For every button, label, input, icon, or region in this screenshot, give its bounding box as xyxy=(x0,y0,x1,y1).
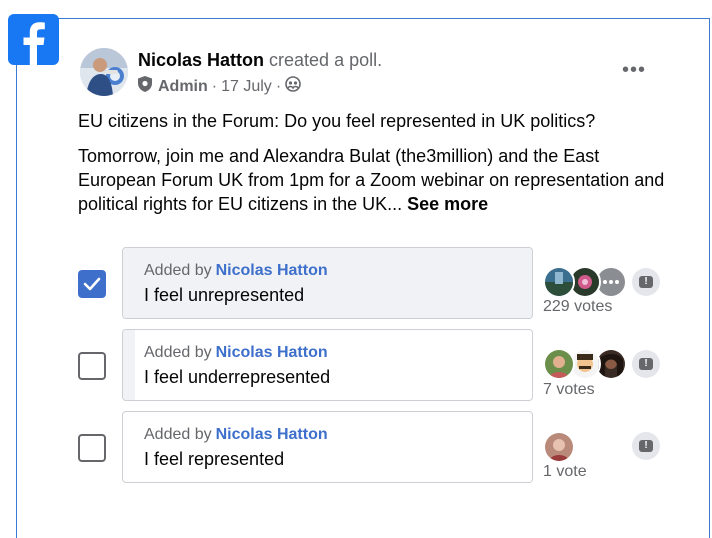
group-audience-icon xyxy=(285,76,301,97)
post-header: Nicolas Hatton created a poll. xyxy=(138,50,382,71)
poll-option-1-checkbox[interactable] xyxy=(78,270,106,298)
added-by-prefix: Added by xyxy=(144,426,212,443)
poll-option-2-added-by: Added by Nicolas Hatton xyxy=(144,344,328,362)
report-icon: ! xyxy=(639,440,653,452)
poll-option-3-label: I feel represented xyxy=(144,449,285,469)
poll-question: EU citizens in the Forum: Do you feel re… xyxy=(78,111,596,131)
poll-option-2-fill xyxy=(123,330,136,400)
poll-option-2-label: I feel underrepresented xyxy=(144,367,331,387)
post-meta: Admin · 17 July · xyxy=(138,76,301,97)
admin-badge: Admin xyxy=(158,77,208,95)
poll-option-3-votes[interactable]: 1 vote xyxy=(543,463,587,481)
author-name[interactable]: Nicolas Hatton xyxy=(138,50,264,70)
voter-avatar xyxy=(543,266,575,298)
poll-option-1-label: I feel unrepresented xyxy=(144,285,305,305)
poll-option-2[interactable]: Added by Nicolas Hatton I feel underrepre… xyxy=(122,329,533,401)
admin-shield-icon xyxy=(138,76,152,97)
post-action: created a poll. xyxy=(269,50,383,70)
poll-option-2-checkbox[interactable] xyxy=(78,352,106,380)
poll-option-3-checkbox[interactable] xyxy=(78,434,106,462)
poll-option-2-votes[interactable]: 7 votes xyxy=(543,381,595,399)
poll-option-3-report-button[interactable]: ! xyxy=(632,432,660,460)
poll-option-1-added-by: Added by Nicolas Hatton xyxy=(144,262,328,280)
added-by-name[interactable]: Nicolas Hatton xyxy=(216,344,328,361)
added-by-prefix: Added by xyxy=(144,344,212,361)
post-body-text: Tomorrow, join me and Alexandra Bulat (t… xyxy=(78,146,665,214)
poll-option-1-fill xyxy=(123,248,532,318)
checkmark-icon xyxy=(83,277,101,291)
report-icon: ! xyxy=(639,358,653,370)
poll-option-3[interactable]: Added by Nicolas Hatton I feel represente… xyxy=(122,411,533,483)
author-avatar[interactable] xyxy=(80,48,128,96)
poll-option-2-report-button[interactable]: ! xyxy=(632,350,660,378)
post-date[interactable]: 17 July xyxy=(221,78,272,96)
poll-option-3-added-by: Added by Nicolas Hatton xyxy=(144,426,328,444)
see-more-link[interactable]: See more xyxy=(407,194,488,214)
poll-option-1[interactable]: Added by Nicolas Hatton I feel unrepresen… xyxy=(122,247,533,319)
added-by-prefix: Added by xyxy=(144,262,212,279)
post-body: Tomorrow, join me and Alexandra Bulat (t… xyxy=(78,144,678,216)
voter-avatar xyxy=(543,348,575,380)
added-by-name[interactable]: Nicolas Hatton xyxy=(216,262,328,279)
poll-option-1-votes[interactable]: 229 votes xyxy=(543,298,612,316)
poll-option-1-report-button[interactable]: ! xyxy=(632,268,660,296)
meta-separator: · xyxy=(211,77,218,95)
voter-avatar xyxy=(543,431,575,463)
report-icon: ! xyxy=(639,276,653,288)
more-options-button[interactable]: ••• xyxy=(620,58,648,82)
facebook-logo-icon xyxy=(8,14,59,65)
meta-separator-2: · xyxy=(275,77,282,95)
added-by-name[interactable]: Nicolas Hatton xyxy=(216,426,328,443)
